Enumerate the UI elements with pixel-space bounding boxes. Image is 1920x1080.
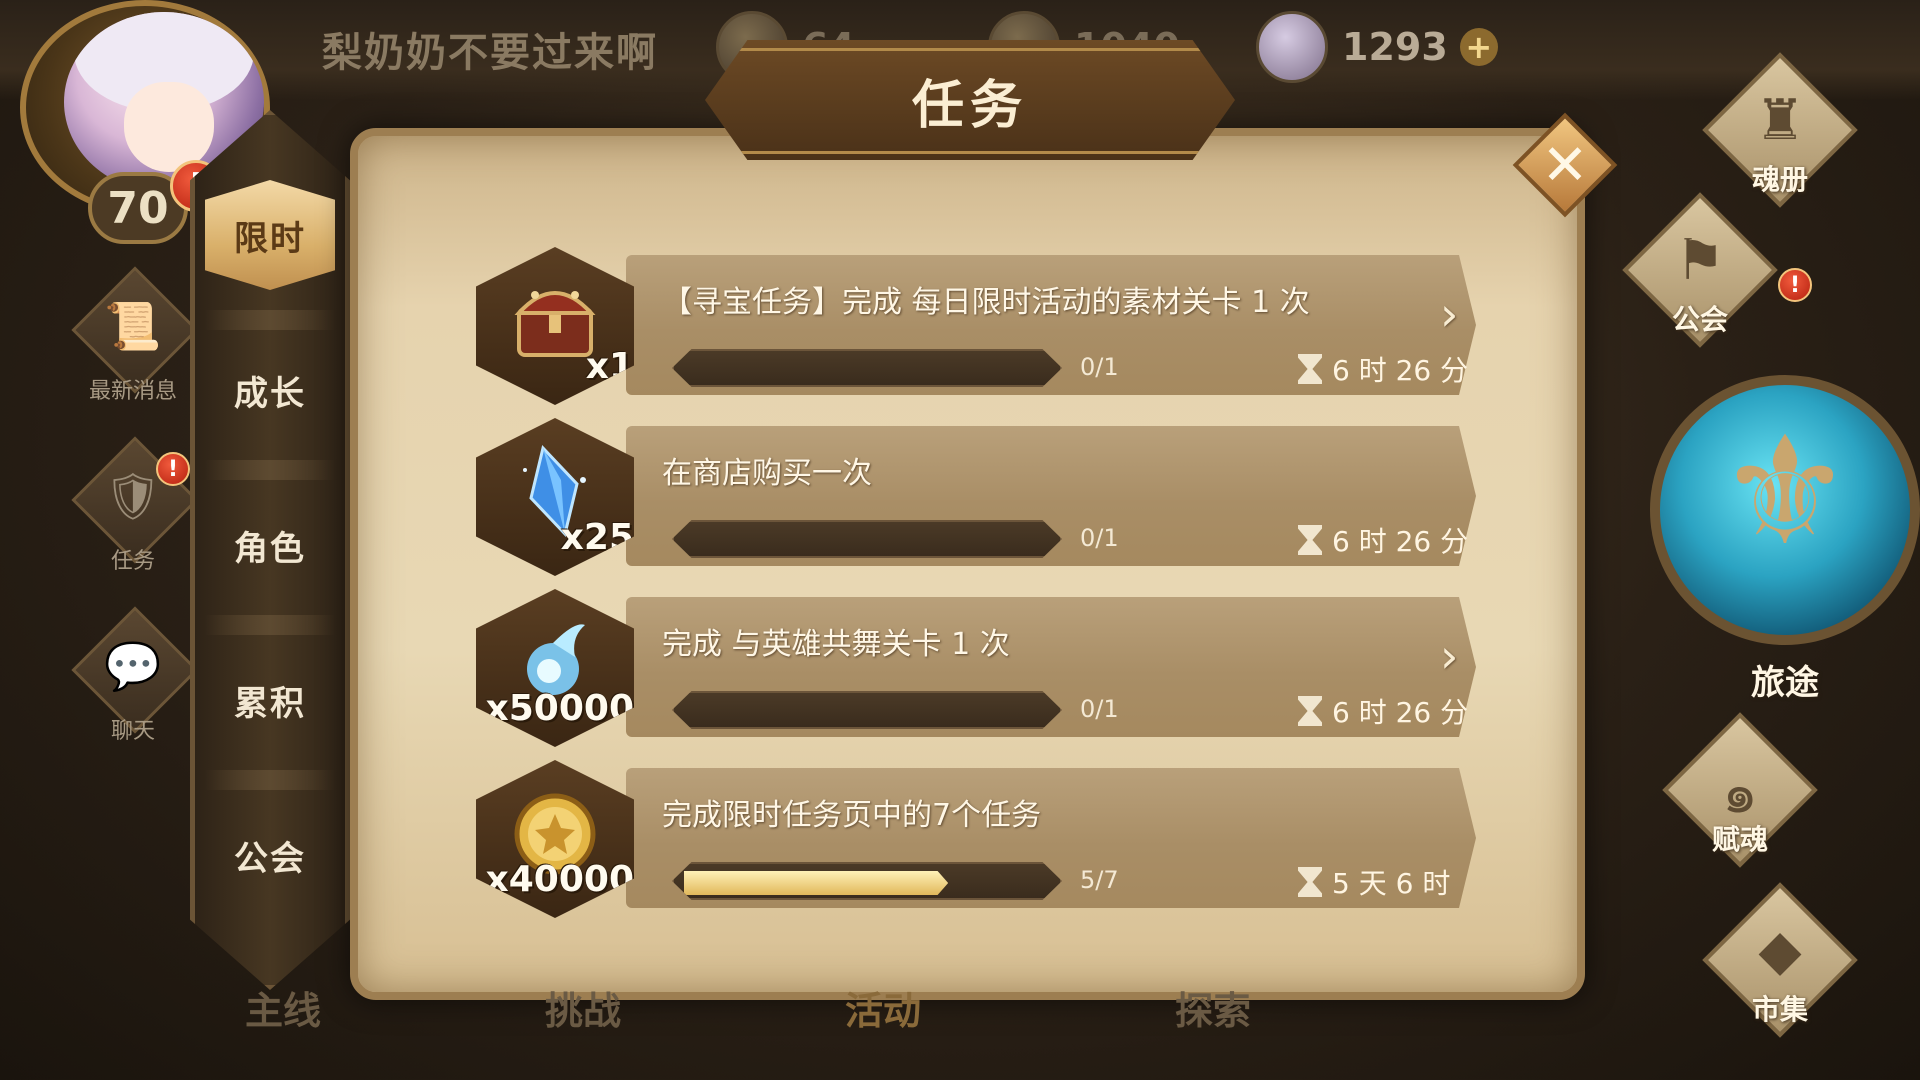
nav-challenge[interactable]: 挑战 (545, 980, 621, 1035)
tab-character[interactable]: 角色 (205, 490, 335, 600)
nav-explore[interactable]: 探索 (1175, 980, 1251, 1035)
task-time-text: 5 天 6 时 (1332, 867, 1451, 900)
gem-resource[interactable]: 1293 + (1256, 11, 1498, 83)
task-time-left: 6 时 26 分 (1298, 349, 1468, 389)
news-button[interactable]: 📜 最新消息 (68, 266, 199, 415)
task-time-left: 6 时 26 分 (1298, 691, 1468, 731)
task-progress-text: 0/1 (1080, 695, 1119, 723)
tab-divider (205, 770, 335, 790)
task-description: 完成 与英雄共舞关卡 1 次 (662, 627, 1010, 662)
quest-alert-icon: ! (156, 452, 190, 486)
task-row[interactable]: x1 【寻宝任务】完成 每日限时活动的素材关卡 1 次 0/1 6 时 26 分… (476, 247, 1476, 405)
chat-label: 聊天 (110, 719, 155, 744)
guild-label: 公会 (1671, 303, 1728, 336)
tab-divider (205, 310, 335, 330)
task-progress-bar (672, 520, 1062, 558)
task-time-text: 6 时 26 分 (1332, 354, 1469, 387)
close-icon: ✕ (1541, 132, 1589, 198)
task-description: 【寻宝任务】完成 每日限时活动的素材关卡 1 次 (662, 285, 1310, 320)
task-time-left: 5 天 6 时 (1298, 862, 1450, 902)
go-arrow-icon[interactable]: › (1440, 629, 1458, 683)
task-row[interactable]: x40000 完成限时任务页中的7个任务 5/7 5 天 6 时 (476, 760, 1476, 918)
journey-label: 旅途 (1751, 663, 1819, 703)
nav-events[interactable]: 活动 (845, 980, 921, 1035)
guild-button[interactable]: ⚑ 公会 (1610, 180, 1790, 360)
hourglass-icon (1298, 696, 1322, 726)
chat-button[interactable]: 💬 聊天 (68, 606, 199, 755)
bottom-nav: 主线 挑战 活动 探索 (200, 980, 1580, 1080)
scroll-icon: 📜 (104, 299, 162, 353)
tab-divider (205, 460, 335, 480)
task-time-text: 6 时 26 分 (1332, 696, 1469, 729)
task-progress-text: 0/1 (1080, 524, 1119, 552)
task-row[interactable]: x25 在商店购买一次 0/1 6 时 26 分 (476, 418, 1476, 576)
reward-frame: x1 (476, 247, 634, 405)
guild-alert-icon: ! (1778, 268, 1812, 302)
quest-side-label: 任务 (110, 549, 155, 574)
player-name: 梨奶奶不要过来啊 (322, 30, 658, 76)
task-progress-bar (672, 691, 1062, 729)
tab-growth[interactable]: 成长 (205, 335, 335, 445)
nav-main-story[interactable]: 主线 (245, 980, 321, 1035)
reward-frame: x40000 (476, 760, 634, 918)
tab-guild[interactable]: 公会 (205, 800, 335, 910)
reward-quantity: x25 (560, 517, 634, 558)
task-time-text: 6 时 26 分 (1332, 525, 1469, 558)
hourglass-icon (1298, 354, 1322, 384)
gem-icon (1256, 11, 1328, 83)
reward-frame: x50000 (476, 589, 634, 747)
task-row[interactable]: x50000 完成 与英雄共舞关卡 1 次 0/1 6 时 26 分 › (476, 589, 1476, 747)
task-progress-bar (672, 862, 1062, 900)
tab-cumulative[interactable]: 累积 (205, 645, 335, 755)
banner-icon: ⚑ (1674, 228, 1726, 293)
market-button[interactable]: ◆ 市集 (1690, 870, 1870, 1050)
task-description: 完成限时任务页中的7个任务 (662, 798, 1042, 833)
market-gem-icon: ◆ (1758, 918, 1802, 983)
journey-emblem-icon: ⚜ (1717, 405, 1853, 579)
reward-frame: x25 (476, 418, 634, 576)
market-label: 市集 (1751, 993, 1808, 1026)
soul-infuse-button[interactable]: ๑ 赋魂 (1650, 700, 1830, 880)
reward-quantity: x40000 (485, 859, 634, 900)
reward-quantity: x50000 (485, 688, 634, 729)
page-title: 任务 (911, 75, 1028, 136)
helmet-icon: ♜ (1754, 88, 1806, 153)
task-description: 在商店购买一次 (662, 456, 872, 491)
close-button[interactable]: ✕ (1510, 110, 1620, 220)
task-progress-fill (684, 871, 949, 895)
task-progress-bar (672, 349, 1062, 387)
journey-button[interactable]: ⚜ 旅途 (1640, 355, 1920, 705)
add-gem-button[interactable]: + (1459, 28, 1498, 66)
chat-icon: 💬 (104, 639, 162, 693)
task-progress-text: 5/7 (1080, 866, 1119, 894)
go-arrow-icon[interactable]: › (1440, 287, 1458, 341)
task-progress-text: 0/1 (1080, 353, 1119, 381)
gem-amount: 1293 (1342, 25, 1448, 69)
title-plaque: 任务 (705, 40, 1235, 160)
tab-divider (205, 615, 335, 635)
hourglass-icon (1298, 525, 1322, 555)
hourglass-icon (1298, 867, 1322, 897)
task-time-left: 6 时 26 分 (1298, 520, 1468, 560)
soul-infuse-label: 赋魂 (1711, 823, 1768, 856)
news-label: 最新消息 (88, 379, 177, 404)
tab-limited[interactable]: 限时 (205, 180, 335, 290)
